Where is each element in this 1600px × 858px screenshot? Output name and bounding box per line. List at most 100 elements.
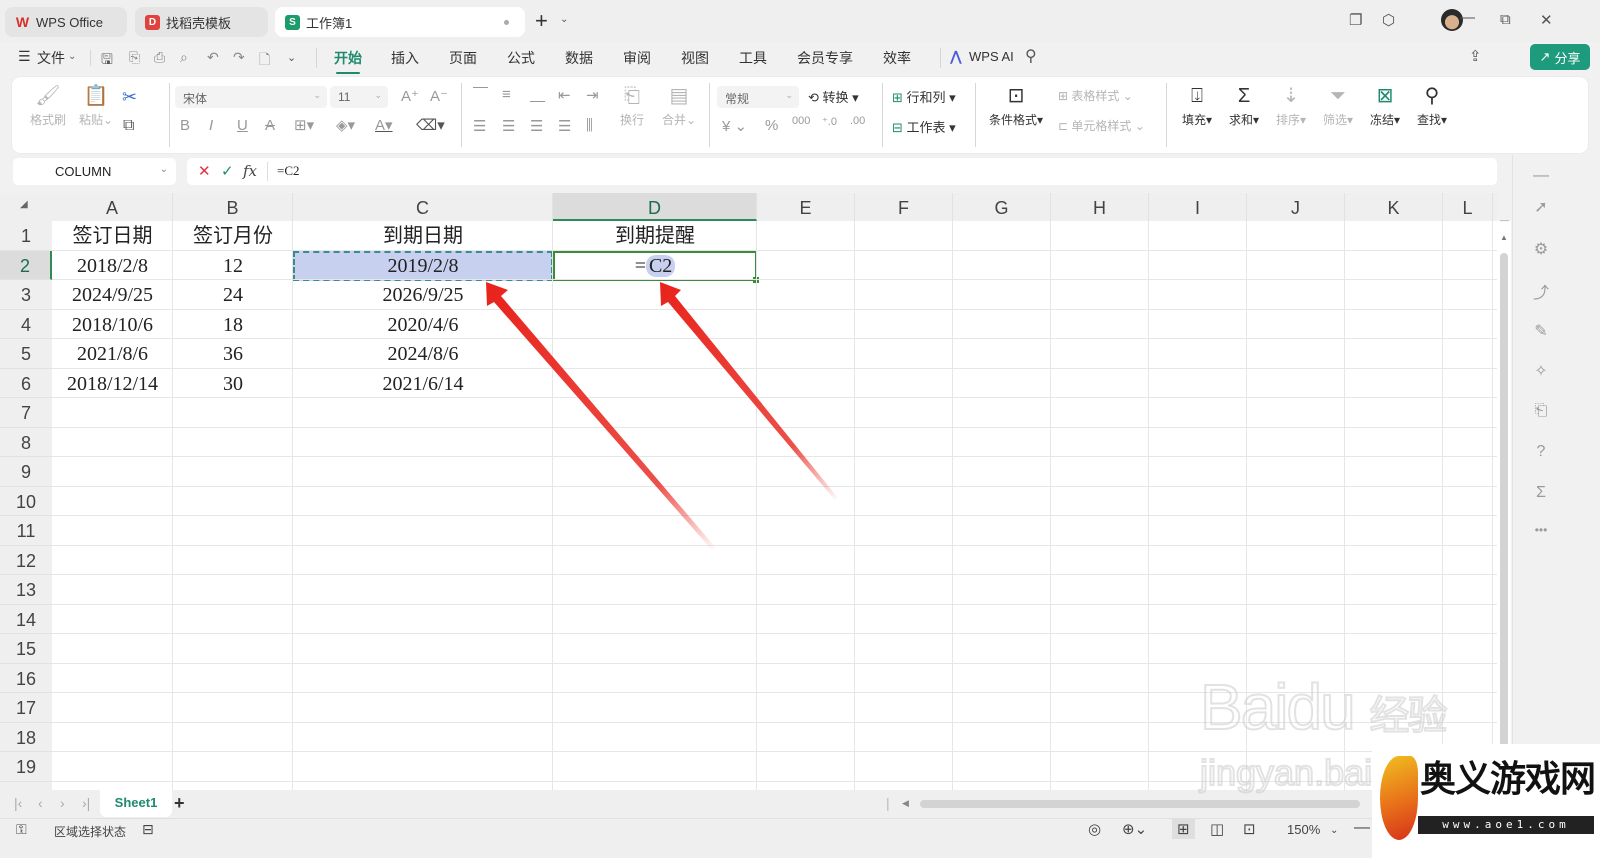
cell-b2[interactable]: 12 — [173, 251, 293, 280]
menu-formula[interactable]: 公式 — [507, 48, 535, 68]
border-icon[interactable]: ⊞▾ — [294, 116, 314, 134]
cell-d1[interactable]: 到期提醒 — [553, 221, 757, 250]
chevron-down-icon[interactable]: ⌄ — [560, 14, 568, 25]
cell-c6[interactable]: 2021/6/14 — [293, 369, 553, 398]
row-header-16[interactable]: 16 — [0, 664, 52, 693]
thousands-icon[interactable]: 000 — [792, 115, 810, 127]
cell-c2[interactable]: 2019/2/8 — [293, 251, 553, 280]
row-header-2[interactable]: 2 — [0, 250, 52, 280]
cell-b5[interactable]: 36 — [173, 339, 293, 368]
cell-a4[interactable]: 2018/10/6 — [52, 310, 173, 339]
worksheet-button[interactable]: ⊟ 工作表 ▾ — [892, 117, 956, 136]
menu-insert[interactable]: 插入 — [391, 48, 419, 68]
cell-style-button[interactable]: ⊏ 单元格样式 ⌄ — [1058, 117, 1145, 134]
cancel-icon[interactable]: ✕ — [198, 162, 211, 180]
bold-icon[interactable]: B — [180, 117, 190, 134]
find-button[interactable]: ⚲ 查找▾ — [1412, 85, 1452, 128]
eraser-icon[interactable]: ⌫▾ — [416, 116, 445, 134]
column-header-i[interactable]: I — [1149, 193, 1247, 221]
menu-page[interactable]: 页面 — [449, 48, 477, 68]
cloud-upload-icon[interactable]: ⇪ — [1469, 47, 1482, 65]
select-all-icon[interactable]: ◢ — [20, 199, 28, 210]
export-icon[interactable]: ⎘ — [129, 49, 140, 66]
book-search-icon[interactable]: ⎗ — [1531, 402, 1551, 420]
align-top-icon[interactable]: ⎺ — [473, 86, 488, 103]
row-header-14[interactable]: 14 — [0, 605, 52, 634]
scissors-icon[interactable]: ✂ — [122, 87, 137, 108]
percent-icon[interactable]: % — [765, 117, 778, 134]
cell-b6[interactable]: 30 — [173, 369, 293, 398]
macro-icon[interactable]: ⚿ — [16, 821, 27, 838]
tab-wps-office[interactable]: W WPS Office — [5, 7, 127, 37]
scroll-left-icon[interactable]: ◀ — [902, 798, 909, 809]
formula-sum-icon[interactable]: Σ — [1531, 484, 1551, 502]
row-header-15[interactable]: 15 — [0, 634, 52, 664]
column-header-h[interactable]: H — [1051, 193, 1149, 221]
chevron-down-icon[interactable]: ⌄ — [160, 164, 168, 175]
multi-window-icon[interactable]: ❐ — [1349, 11, 1362, 29]
row-header-5[interactable]: 5 — [0, 339, 52, 369]
cell-b1[interactable]: 签订月份 — [173, 221, 293, 250]
page-break-icon[interactable]: ⊡ — [1243, 820, 1256, 838]
sum-button[interactable]: Σ 求和▾ — [1224, 85, 1264, 128]
more-icon[interactable]: ••• — [1531, 523, 1551, 537]
outdent-icon[interactable]: ⇤ — [558, 86, 571, 104]
cell-b3[interactable]: 24 — [173, 280, 293, 309]
currency-icon[interactable]: ¥ ⌄ — [722, 117, 747, 135]
cursor-icon[interactable]: ➚ — [1531, 197, 1551, 217]
cell-a6[interactable]: 2018/12/14 — [52, 369, 173, 398]
table-style-button[interactable]: ⊞ 表格样式 ⌄ — [1058, 87, 1133, 104]
add-sheet-button[interactable]: + — [174, 793, 185, 814]
menu-efficiency[interactable]: 效率 — [883, 48, 911, 68]
menu-data[interactable]: 数据 — [565, 48, 593, 68]
menu-tools[interactable]: 工具 — [739, 48, 767, 68]
cell-c1[interactable]: 到期日期 — [293, 221, 553, 250]
column-header-l[interactable]: L — [1443, 193, 1493, 221]
column-header-k[interactable]: K — [1345, 193, 1443, 221]
print-icon[interactable]: ⎙ — [154, 49, 165, 66]
menu-file[interactable]: 文件 — [37, 48, 65, 68]
unsaved-dot-icon[interactable] — [504, 20, 509, 25]
scroll-thumb[interactable] — [1500, 253, 1508, 790]
row-header-19[interactable]: 19 — [0, 752, 52, 782]
zoom-level[interactable]: 150% — [1287, 822, 1320, 837]
settings-sliders-icon[interactable]: ⚙ — [1531, 239, 1551, 259]
row-header-18[interactable]: 18 — [0, 723, 52, 752]
cell-d2-editor[interactable]: = C2 — [553, 251, 757, 280]
cell-a2[interactable]: 2018/2/8 — [52, 251, 173, 280]
new-doc-icon[interactable]: 🗋 — [259, 49, 270, 73]
menu-member[interactable]: 会员专享 — [797, 48, 853, 68]
column-header-c[interactable]: C — [293, 193, 553, 221]
column-header-e[interactable]: E — [757, 193, 855, 221]
format-painter-button[interactable]: 🖌 格式刷 — [30, 85, 66, 128]
tab-workbook1[interactable]: S 工作簿1 — [275, 7, 525, 37]
restore-icon[interactable]: ⧉ — [1500, 11, 1511, 28]
cell-a5[interactable]: 2021/8/6 — [52, 339, 173, 368]
last-sheet-icon[interactable]: ›| — [82, 795, 90, 811]
align-left-icon[interactable]: ☰ — [473, 117, 486, 135]
row-header-9[interactable]: 9 — [0, 457, 52, 487]
first-sheet-icon[interactable]: |‹ — [14, 795, 22, 811]
page-layout-icon[interactable]: ◫ — [1210, 820, 1224, 838]
row-header-20[interactable]: 20 — [0, 782, 52, 791]
cell-c4[interactable]: 2020/4/6 — [293, 310, 553, 339]
search-icon[interactable]: ⚲ — [1025, 46, 1037, 66]
italic-icon[interactable]: I — [209, 117, 213, 134]
align-middle-icon[interactable]: ≡ — [502, 86, 511, 103]
zoom-out-icon[interactable]: — — [1354, 819, 1370, 837]
help-icon[interactable]: ? — [1531, 443, 1551, 461]
paste-button[interactable]: 📋 粘贴⌄ — [76, 85, 116, 128]
chevron-down-icon[interactable]: ⌄ — [287, 51, 296, 64]
filter-button[interactable]: ⏷ 筛选▾ — [1318, 85, 1358, 128]
horizontal-scrollbar[interactable] — [920, 800, 1360, 808]
print-preview-icon[interactable]: ⌕ — [180, 49, 188, 66]
fill-color-icon[interactable]: ◈▾ — [336, 116, 355, 134]
column-header-j[interactable]: J — [1247, 193, 1345, 221]
share-button[interactable]: ↗ 分享 — [1530, 44, 1590, 70]
copy-icon[interactable]: ⧉ — [123, 117, 134, 135]
align-center-icon[interactable]: ☰ — [502, 117, 515, 135]
row-header-1[interactable]: 1 — [0, 221, 52, 251]
increase-decimal-icon[interactable]: ⁺.0 — [822, 115, 837, 128]
menu-home[interactable]: 开始 — [334, 48, 362, 74]
column-header-d[interactable]: D — [553, 193, 757, 221]
